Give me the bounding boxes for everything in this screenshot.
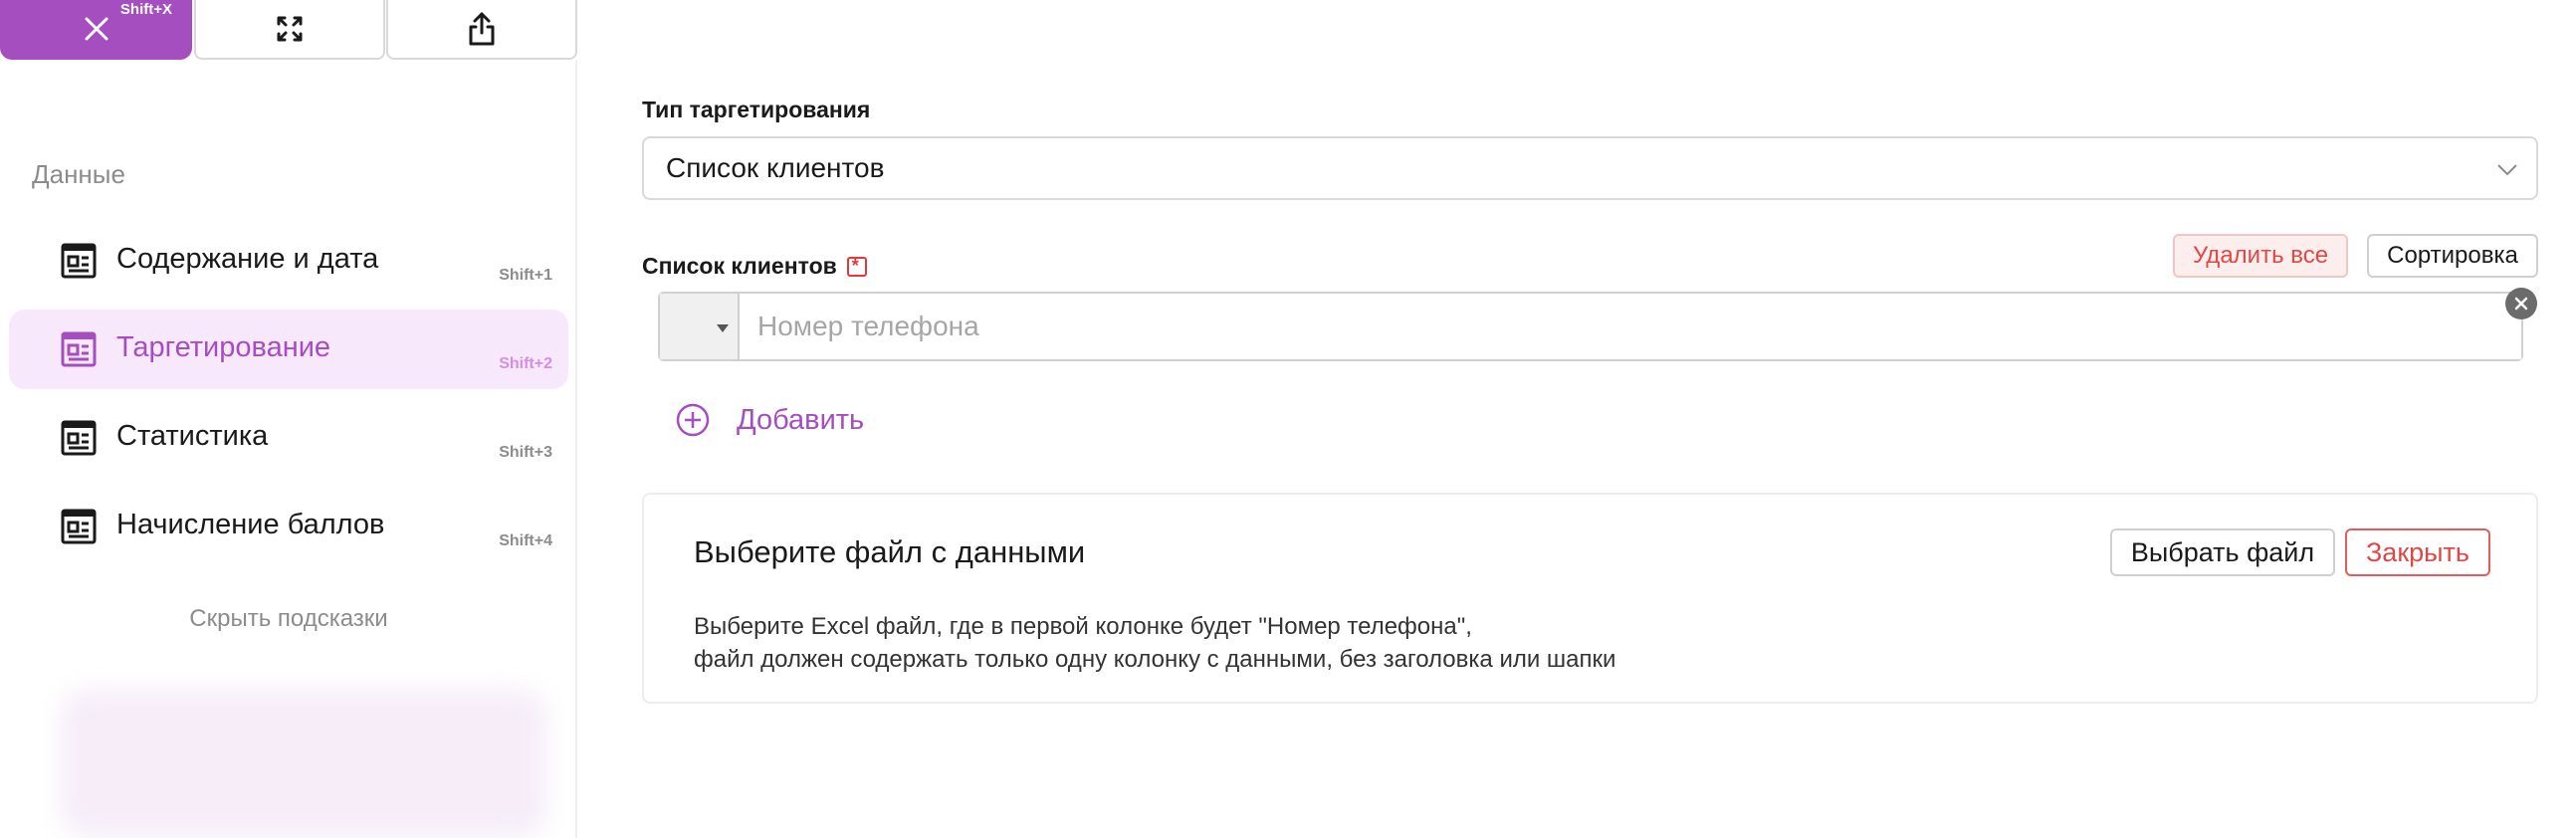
sort-button[interactable]: Сортировка xyxy=(2367,234,2538,278)
sidebar-item-label: Таргетирование xyxy=(116,331,331,363)
close-icon xyxy=(85,17,107,41)
phone-row xyxy=(658,292,2523,361)
close-shortcut-hint: Shift+X xyxy=(119,1,172,18)
close-button[interactable]: Shift+X xyxy=(0,0,192,60)
top-toolbar: Shift+X xyxy=(0,0,577,60)
country-code-select[interactable] xyxy=(660,294,740,359)
sidebar-item-points[interactable]: Начисление баллов Shift+4 xyxy=(9,487,568,566)
sidebar-item-shortcut: Shift+3 xyxy=(499,444,552,461)
sidebar-item-shortcut: Shift+1 xyxy=(499,267,552,284)
close-panel-button[interactable]: Закрыть xyxy=(2345,528,2490,576)
targeting-type-select[interactable]: Список клиентов xyxy=(642,136,2538,200)
chevron-down-icon xyxy=(2497,164,2517,176)
share-button[interactable] xyxy=(386,0,577,60)
sidebar-item-shortcut: Shift+2 xyxy=(499,355,552,372)
client-list-label: Список клиентов xyxy=(642,253,867,280)
main-content: Тип таргетирования Список клиентов Списо… xyxy=(642,0,2538,838)
file-panel-description: Выберите Excel файл, где в первой колонк… xyxy=(694,610,1615,676)
targeting-type-label: Тип таргетирования xyxy=(642,97,871,122)
file-panel-title: Выберите файл с данными xyxy=(694,534,1086,569)
expand-icon xyxy=(277,16,303,42)
sidebar: Данные Содержание и дата Shift+1 Таргети… xyxy=(0,60,577,838)
caret-down-icon xyxy=(717,324,729,332)
phone-input[interactable] xyxy=(740,294,2521,359)
sidebar-item-label: Статистика xyxy=(116,420,269,452)
article-icon xyxy=(61,509,97,544)
client-list-label-text: Список клиентов xyxy=(642,253,837,279)
remove-row-button[interactable] xyxy=(2505,288,2537,319)
close-icon xyxy=(2514,297,2528,311)
required-icon xyxy=(846,256,867,277)
sidebar-item-content-date[interactable]: Содержание и дата Shift+1 xyxy=(9,221,568,301)
delete-all-button[interactable]: Удалить все xyxy=(2173,234,2348,278)
file-upload-panel: Выберите файл с данными Выбрать файл Зак… xyxy=(642,493,2538,704)
sidebar-item-targeting[interactable]: Таргетирование Shift+2 xyxy=(9,310,568,389)
plus-circle-icon xyxy=(676,403,710,437)
file-desc-line: Выберите Excel файл, где в первой колонк… xyxy=(694,613,1472,640)
article-icon xyxy=(61,243,97,279)
file-desc-line: файл должен содержать только одну колонк… xyxy=(694,646,1616,673)
sidebar-item-statistics[interactable]: Статистика Shift+3 xyxy=(9,398,568,478)
choose-file-button[interactable]: Выбрать файл xyxy=(2110,528,2335,576)
sidebar-item-label: Содержание и дата xyxy=(116,243,379,275)
add-button[interactable]: Добавить xyxy=(675,402,864,438)
targeting-type-value: Список клиентов xyxy=(666,152,885,183)
hide-hints-link[interactable]: Скрыть подсказки xyxy=(0,605,577,633)
share-icon xyxy=(469,12,495,46)
blurred-placeholder xyxy=(60,689,547,838)
sidebar-item-label: Начисление баллов xyxy=(116,509,385,540)
sidebar-title: Данные xyxy=(32,159,125,189)
sidebar-item-shortcut: Shift+4 xyxy=(499,532,552,549)
article-icon xyxy=(61,331,97,367)
article-icon xyxy=(61,420,97,456)
add-label: Добавить xyxy=(737,403,865,436)
expand-button[interactable] xyxy=(194,0,385,60)
